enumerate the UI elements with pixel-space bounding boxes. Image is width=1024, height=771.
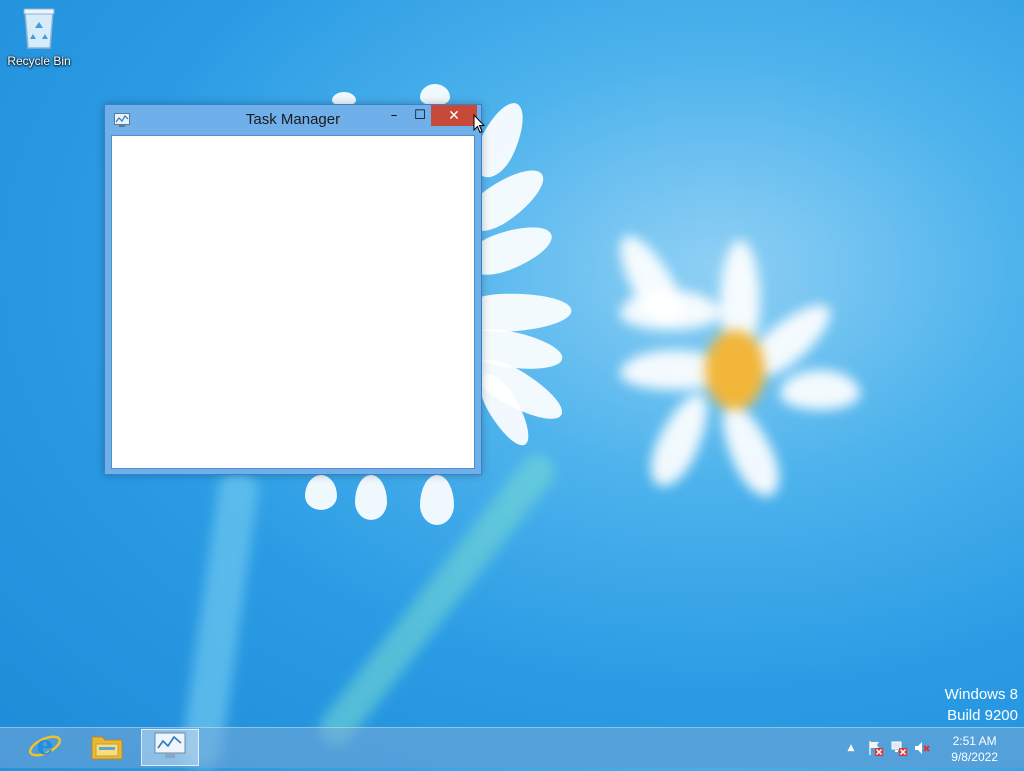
window-content-area — [111, 135, 475, 469]
recycle-bin-icon — [22, 6, 56, 50]
taskbar-internet-explorer[interactable]: e — [16, 729, 74, 766]
title-bar[interactable]: Task Manager – ☐ ✕ — [105, 105, 481, 133]
mouse-cursor-icon — [473, 113, 486, 138]
maximize-button[interactable]: ☐ — [407, 105, 433, 126]
os-version-watermark: Windows 8 Build 9200 — [945, 684, 1018, 726]
desktop-icon-label: Recycle Bin — [7, 54, 71, 68]
minimize-button[interactable]: – — [381, 105, 407, 126]
clock-date: 9/8/2022 — [951, 750, 998, 764]
task-manager-icon — [154, 732, 186, 764]
network-error-icon[interactable] — [889, 728, 909, 768]
desktop-icon-recycle-bin[interactable]: Recycle Bin — [4, 6, 74, 68]
taskbar: e ▲ 2:51 AM 9/8/2022 — [0, 727, 1024, 768]
internet-explorer-icon: e — [28, 729, 62, 767]
watermark-line-2: Build 9200 — [947, 707, 1018, 724]
folder-icon — [90, 731, 124, 765]
clock-time: 2:51 AM — [952, 734, 997, 748]
volume-muted-icon[interactable] — [912, 728, 932, 768]
show-hidden-icons-button[interactable]: ▲ — [843, 728, 859, 768]
task-manager-window[interactable]: Task Manager – ☐ ✕ — [104, 104, 482, 475]
action-center-flag-icon[interactable] — [865, 728, 885, 768]
taskbar-file-explorer[interactable] — [78, 729, 136, 766]
watermark-line-1: Windows 8 — [944, 686, 1018, 703]
taskbar-clock[interactable]: 2:51 AM 9/8/2022 — [951, 733, 998, 765]
svg-text:e: e — [37, 731, 54, 761]
taskbar-task-manager[interactable] — [141, 729, 199, 766]
close-button[interactable]: ✕ — [431, 105, 477, 126]
